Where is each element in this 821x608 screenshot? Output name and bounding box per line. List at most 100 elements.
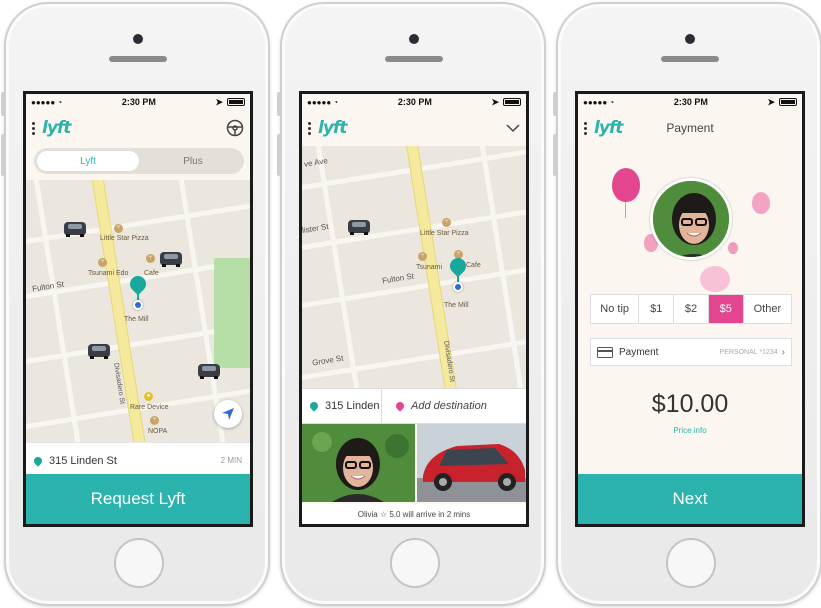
lyft-logo: lyft — [318, 118, 347, 138]
front-camera — [133, 34, 143, 44]
pickup-pin-icon — [32, 454, 44, 467]
poi-little-star: Little Star Pizza — [100, 235, 149, 242]
phone-side-button — [553, 92, 557, 116]
phone-side-button — [277, 134, 281, 176]
poi-little-star: Little Star Pizza — [420, 230, 469, 237]
speaker — [385, 56, 443, 62]
screen-request: ●●●●● ◔ 2:30 PM ➤ lyft Lyft Plus Fulton … — [23, 91, 253, 527]
chevron-right-icon: › — [781, 346, 785, 358]
ride-type-toggle: Lyft Plus — [34, 148, 244, 174]
top-bar: lyft — [26, 110, 250, 146]
street-label-mister: lister St — [302, 221, 330, 236]
menu-icon[interactable] — [584, 121, 588, 135]
phone-side-button — [277, 92, 281, 116]
battery-icon — [779, 98, 797, 106]
current-location-dot — [133, 300, 143, 310]
home-button[interactable] — [114, 538, 164, 588]
map[interactable]: Fulton St Divisadero St ⑂ Little Star Pi… — [26, 180, 250, 442]
driver-caption: Olivia ☆ 5.0 will arrive in 2 mins — [302, 504, 526, 524]
phone-side-button — [1, 134, 5, 176]
poi-tsunami: Tsunami — [416, 264, 443, 271]
signal-icon: ●●●●● ◔ — [31, 97, 63, 107]
driver-avatar — [650, 178, 732, 260]
tip-option-5[interactable]: $5 — [708, 295, 744, 323]
tab-plus[interactable]: Plus — [142, 148, 244, 174]
street-label-grove: Grove St — [311, 353, 345, 368]
payment-method-row[interactable]: Payment PERSONAL *1234 › — [590, 338, 792, 366]
price-info-link[interactable]: Price info — [578, 426, 802, 435]
destination-placeholder: Add destination — [411, 400, 487, 412]
locate-me-button[interactable] — [214, 400, 242, 428]
balloon-decoration — [728, 242, 738, 254]
car-icon — [88, 344, 110, 359]
status-time: 2:30 PM — [121, 97, 156, 107]
poi-cafe: Cafe — [466, 262, 481, 269]
home-button[interactable] — [666, 538, 716, 588]
credit-card-icon — [597, 346, 613, 358]
poi-the-mill: The Mill — [124, 316, 149, 323]
phone-2: ●●●●● ◔ 2:30 PM ➤ lyft ve Ave lister St … — [277, 2, 546, 606]
current-location-dot — [453, 282, 463, 292]
speaker — [109, 56, 167, 62]
driver-info — [302, 424, 526, 502]
poi-the-mill: The Mill — [444, 302, 469, 309]
battery-icon — [227, 98, 245, 106]
phone-side-button — [553, 134, 557, 176]
balloon-string — [625, 202, 626, 218]
signal-icon: ●●●●● ◔ — [307, 97, 339, 107]
home-button[interactable] — [390, 538, 440, 588]
tip-option-none[interactable]: No tip — [591, 295, 640, 323]
location-arrow-icon: ➤ — [215, 96, 223, 107]
tab-lyft[interactable]: Lyft — [36, 150, 140, 172]
balloon-decoration — [612, 168, 640, 202]
tip-option-other[interactable]: Other — [744, 295, 791, 323]
balloon-decoration — [752, 192, 770, 214]
tip-option-1[interactable]: $1 — [639, 295, 675, 323]
pickup-field[interactable]: 315 Linden — [302, 389, 382, 423]
front-camera — [685, 34, 695, 44]
map[interactable]: ve Ave lister St Fulton St Grove St Divi… — [302, 146, 526, 388]
car-icon — [348, 220, 370, 235]
poi-tsunami: Tsunami — [88, 270, 115, 277]
restaurant-icon: ⑂ — [98, 258, 107, 267]
balloon-decoration — [700, 266, 730, 292]
location-arrow-icon: ➤ — [491, 96, 499, 107]
pickup-address: 315 Linden — [325, 400, 380, 412]
signal-icon: ●●●●● ◔ — [583, 97, 615, 107]
request-lyft-button[interactable]: Request Lyft — [26, 474, 250, 524]
pickup-eta: 2 MIN — [220, 456, 242, 465]
steering-wheel-icon[interactable] — [226, 119, 244, 137]
navigation-arrow-icon — [222, 408, 234, 420]
screen-driver-en-route: ●●●●● ◔ 2:30 PM ➤ lyft ve Ave lister St … — [299, 91, 529, 527]
phone-side-button — [1, 92, 5, 116]
restaurant-icon: ⑂ — [150, 416, 159, 425]
status-bar: ●●●●● ◔ 2:30 PM ➤ — [302, 94, 526, 110]
fare-amount: $10.00 — [651, 390, 729, 418]
speaker — [661, 56, 719, 62]
shop-icon: ● — [144, 392, 153, 401]
car-icon — [64, 222, 86, 237]
poi-nopa: NOPA — [148, 428, 168, 435]
poi-rare-device: Rare Device — [130, 404, 169, 411]
battery-icon — [503, 98, 521, 106]
menu-icon[interactable] — [32, 121, 36, 135]
chevron-down-icon[interactable] — [506, 123, 520, 133]
park — [214, 258, 250, 368]
status-time: 2:30 PM — [397, 97, 432, 107]
pickup-address: 315 Linden St — [49, 454, 117, 467]
poi-cafe: Cafe — [144, 270, 159, 277]
screen-payment: ●●●●● ◔ 2:30 PM ➤ lyft Payment No tip $1… — [575, 91, 805, 527]
car-icon — [198, 364, 220, 379]
payment-method: PERSONAL *1234 — [719, 348, 778, 356]
front-camera — [409, 34, 419, 44]
phone-1: ●●●●● ◔ 2:30 PM ➤ lyft Lyft Plus Fulton … — [1, 2, 270, 606]
tip-option-2[interactable]: $2 — [674, 295, 709, 323]
menu-icon[interactable] — [308, 121, 312, 135]
destination-field[interactable]: Add destination — [382, 389, 526, 423]
restaurant-icon: ⑂ — [114, 224, 123, 233]
status-bar: ●●●●● ◔ 2:30 PM ➤ — [578, 94, 802, 110]
lyft-logo: lyft — [594, 118, 623, 138]
pickup-location-row[interactable]: 315 Linden St 2 MIN — [26, 442, 250, 478]
next-button[interactable]: Next — [578, 474, 802, 524]
car-photo — [417, 424, 526, 502]
